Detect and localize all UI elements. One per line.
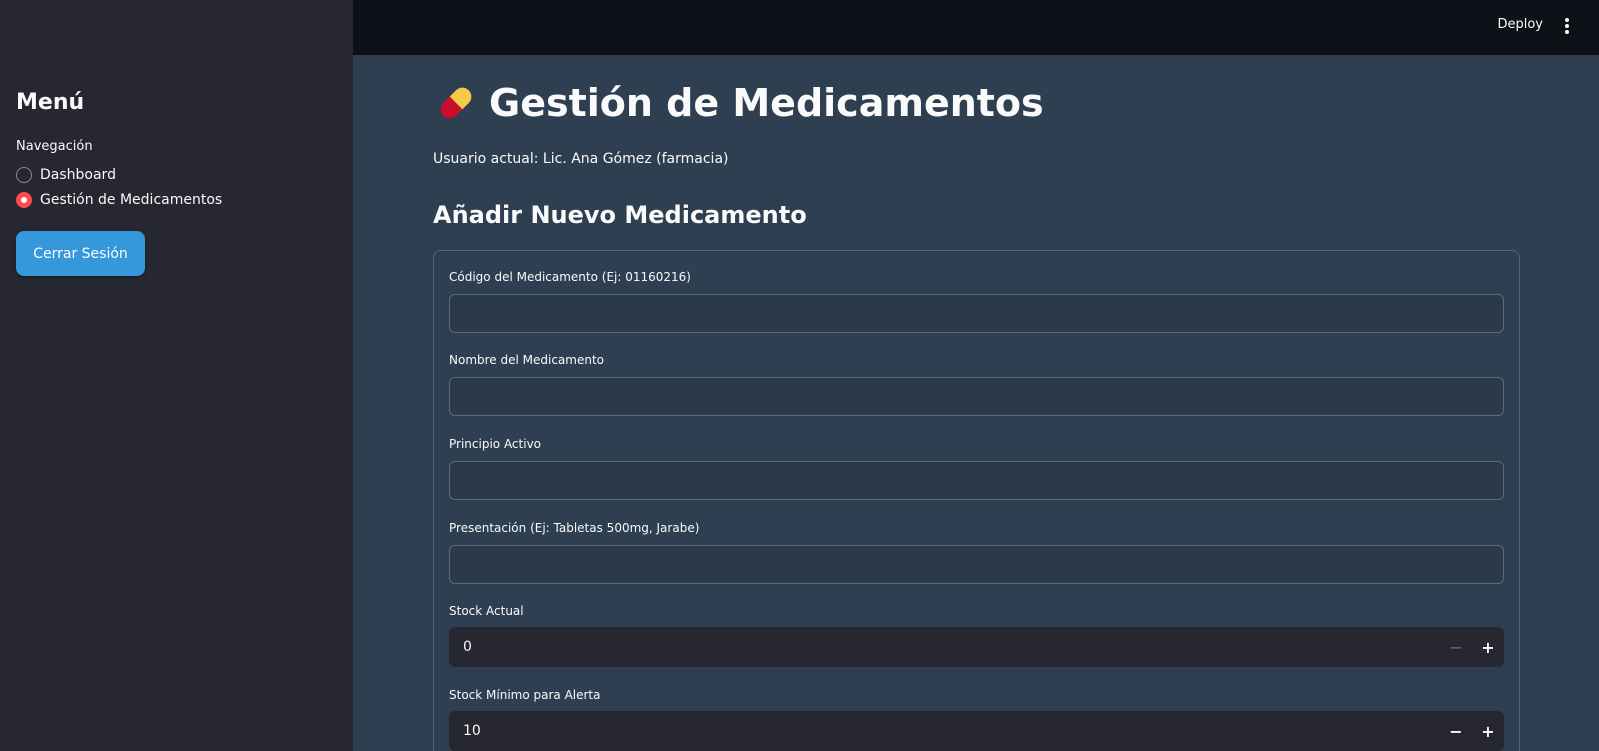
current-user-text: Usuario actual: Lic. Ana Gómez (farmacia… — [433, 151, 729, 167]
radio-checked-icon[interactable] — [16, 192, 32, 208]
page-title-text: Gestión de Medicamentos — [489, 81, 1044, 125]
add-medication-form: Código del Medicamento (Ej: 01160216) No… — [433, 250, 1520, 751]
increment-button[interactable]: + — [1472, 711, 1504, 751]
decrement-button[interactable]: − — [1440, 711, 1472, 751]
principio-activo-label: Principio Activo — [449, 437, 542, 451]
kebab-menu-icon[interactable] — [1559, 16, 1575, 36]
main-content: Gestión de Medicamentos Usuario actual: … — [353, 55, 1599, 751]
stock-minimo-value[interactable]: 10 — [449, 723, 1440, 739]
deploy-button[interactable]: Deploy — [1497, 17, 1543, 32]
presentacion-input[interactable] — [449, 545, 1504, 584]
increment-button[interactable]: + — [1472, 627, 1504, 667]
presentacion-label: Presentación (Ej: Tabletas 500mg, Jarabe… — [449, 521, 700, 535]
nav-option-label: Dashboard — [40, 167, 116, 183]
nombre-label: Nombre del Medicamento — [449, 353, 605, 367]
pill-icon — [440, 87, 472, 119]
section-title: Añadir Nuevo Medicamento — [433, 201, 807, 229]
sidebar: Menú Navegación Dashboard Gestión de Med… — [0, 0, 353, 751]
nav-option-gestion-medicamentos[interactable]: Gestión de Medicamentos — [16, 192, 222, 208]
decrement-button[interactable]: − — [1440, 627, 1472, 667]
stock-actual-label: Stock Actual — [449, 604, 524, 618]
logout-button[interactable]: Cerrar Sesión — [16, 231, 145, 276]
stock-actual-value[interactable]: 0 — [449, 639, 1440, 655]
stock-actual-stepper[interactable]: 0 − + — [449, 627, 1504, 667]
top-bar: Deploy — [353, 0, 1599, 55]
nav-option-dashboard[interactable]: Dashboard — [16, 167, 116, 183]
sidebar-title: Menú — [16, 90, 85, 115]
stock-minimo-stepper[interactable]: 10 − + — [449, 711, 1504, 751]
nombre-input[interactable] — [449, 377, 1504, 416]
stock-minimo-label: Stock Mínimo para Alerta — [449, 688, 601, 702]
page-title: Gestión de Medicamentos — [433, 80, 1044, 126]
codigo-label: Código del Medicamento (Ej: 01160216) — [449, 270, 691, 284]
radio-unchecked-icon[interactable] — [16, 167, 32, 183]
principio-activo-input[interactable] — [449, 461, 1504, 500]
codigo-input[interactable] — [449, 294, 1504, 333]
nav-option-label: Gestión de Medicamentos — [40, 192, 223, 208]
navigation-label: Navegación — [16, 139, 93, 154]
